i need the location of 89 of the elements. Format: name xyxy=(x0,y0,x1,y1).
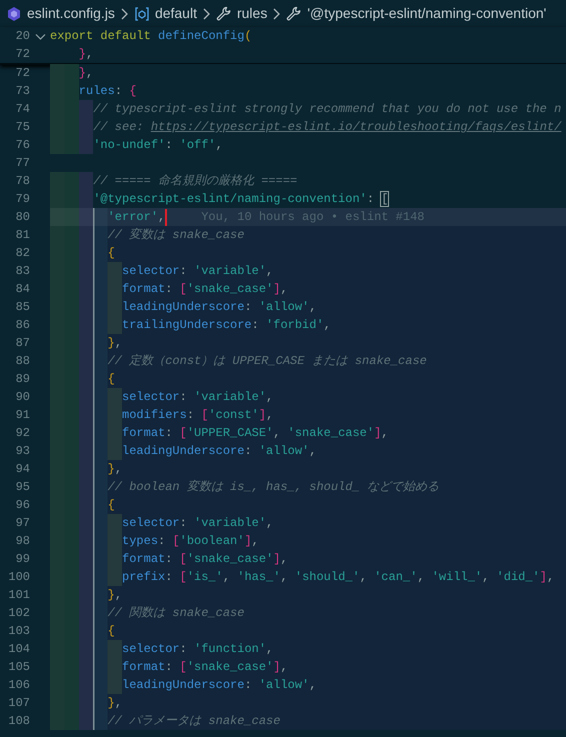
line-number: 104 xyxy=(7,641,30,658)
code-line: '@typescript-eslint/naming-convention': [ xyxy=(92,191,388,208)
chevron-icon xyxy=(120,8,129,20)
line-number: 105 xyxy=(7,659,30,676)
code-line: 'error', xyxy=(106,209,166,226)
line-number: 106 xyxy=(7,677,30,694)
line-number: 72 xyxy=(14,65,30,82)
wrench-icon xyxy=(216,6,232,22)
line-number: 81 xyxy=(14,227,30,244)
line-number: 85 xyxy=(14,299,30,316)
line-number: 79 xyxy=(14,191,30,208)
code-line: { xyxy=(106,245,115,262)
line-number: 80 xyxy=(14,209,30,226)
line-number: 102 xyxy=(7,605,30,622)
code-line: // パラメータは snake_case xyxy=(106,713,280,730)
code-line: }, xyxy=(106,695,122,712)
line-number: 74 xyxy=(14,101,30,118)
code-line: types: ['boolean'], xyxy=(121,533,259,550)
line-number: 82 xyxy=(14,245,30,262)
code-line: { xyxy=(106,623,115,640)
code-line: { xyxy=(106,497,115,514)
line-number: 86 xyxy=(14,317,30,334)
line-number: 107 xyxy=(7,695,30,712)
line-number: 73 xyxy=(14,83,30,100)
code-line: { xyxy=(106,371,115,388)
code-line: selector: 'variable', xyxy=(121,263,274,280)
code-line: format: ['UPPER_CASE', 'snake_case'], xyxy=(121,425,388,442)
code-line: // typescript-eslint strongly recommend that you do not use the n xyxy=(92,101,562,118)
code-line: // 関数は snake_case xyxy=(106,605,244,622)
sticky-code-line: }, xyxy=(78,46,94,63)
breadcrumb-item[interactable]: default xyxy=(154,3,197,24)
code-line: rules: { xyxy=(78,83,136,100)
line-number: 89 xyxy=(14,371,30,388)
code-line: }, xyxy=(106,335,122,352)
code-line: // 定数（const）は UPPER_CASE または snake_case xyxy=(106,353,427,370)
line-number: 20 xyxy=(14,28,30,45)
code-line: leadingUnderscore: 'allow', xyxy=(121,677,316,694)
code-line: format: ['snake_case'], xyxy=(121,659,288,676)
line-number: 94 xyxy=(14,461,30,478)
code-line: selector: 'variable', xyxy=(121,389,274,406)
breadcrumb-item[interactable]: eslint.config.js xyxy=(27,3,115,24)
variable-icon xyxy=(134,6,150,22)
line-number: 77 xyxy=(14,155,30,172)
code-line: }, xyxy=(106,461,122,478)
code-line: // ===== 命名規則の厳格化 ===== xyxy=(92,173,298,190)
line-number: 87 xyxy=(14,335,30,352)
line-number: 75 xyxy=(14,119,30,136)
hexagon-icon xyxy=(6,6,22,22)
code-line: }, xyxy=(78,65,94,82)
code-line: leadingUnderscore: 'allow', xyxy=(121,299,316,316)
breadcrumb-item[interactable]: rules xyxy=(236,3,268,24)
chevron-icon xyxy=(202,8,211,20)
text-cursor xyxy=(165,208,168,226)
code-line: format: ['snake_case'], xyxy=(121,551,288,568)
line-number: 83 xyxy=(14,263,30,280)
code-line: leadingUnderscore: 'allow', xyxy=(121,443,316,460)
line-number: 108 xyxy=(7,713,30,730)
code-line: selector: 'function', xyxy=(121,641,274,658)
line-number: 78 xyxy=(14,173,30,190)
line-number: 99 xyxy=(14,551,30,568)
code-line: trailingUnderscore: 'forbid', xyxy=(121,317,331,334)
line-number: 72 xyxy=(14,46,30,63)
line-number: 95 xyxy=(14,479,30,496)
line-number: 92 xyxy=(14,425,30,442)
code-line: 'no-undef': 'off', xyxy=(92,137,223,154)
code-line: // boolean 変数は is_, has_, should_ などで始める xyxy=(106,478,439,496)
line-number: 84 xyxy=(14,281,30,298)
code-line: format: ['snake_case'], xyxy=(121,281,288,298)
line-number: 96 xyxy=(14,497,30,514)
line-number: 91 xyxy=(14,407,30,424)
breadcrumb-item[interactable]: '@typescript-eslint/naming-convention' xyxy=(307,3,546,24)
code-line: // see: https://typescript-eslint.io/troubleshooting/faqs/eslint/ xyxy=(92,119,562,136)
sticky-code-line: export default defineConfig( xyxy=(50,28,252,45)
line-number: 90 xyxy=(14,389,30,406)
line-number: 93 xyxy=(14,443,30,460)
line-number: 103 xyxy=(7,623,30,640)
line-number: 88 xyxy=(14,353,30,370)
line-number: 97 xyxy=(14,515,30,532)
line-number: 76 xyxy=(14,137,30,154)
line-number: 101 xyxy=(7,587,30,604)
code-line: }, xyxy=(106,587,122,604)
line-number: 98 xyxy=(14,533,30,550)
code-line: selector: 'variable', xyxy=(121,515,274,532)
chevron-icon xyxy=(272,8,282,20)
wrench-icon xyxy=(286,6,302,22)
code-line: // 変数は snake_case xyxy=(106,226,244,244)
line-number: 100 xyxy=(7,569,30,586)
code-line: prefix: ['is_', 'has_', 'should_', 'can_', 'will_', 'did_'], xyxy=(121,569,554,586)
code-line: modifiers: ['const'], xyxy=(121,407,274,424)
